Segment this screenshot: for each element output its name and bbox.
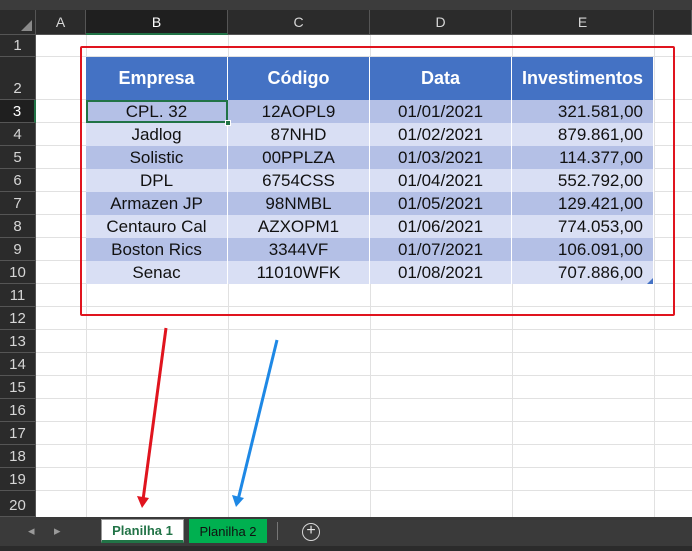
row-header-20[interactable]: 20 [0,491,36,517]
sheet-tab-planilha-2[interactable]: Planilha 2 [189,519,267,543]
grid-line [36,375,692,376]
row-header-13[interactable]: 13 [0,330,36,353]
scroll-right-icon[interactable]: ▸ [54,523,61,539]
grid-line [36,467,692,468]
row-header-15[interactable]: 15 [0,376,36,399]
grid-line [36,352,692,353]
column-header-c[interactable]: C [228,10,370,35]
plus-circle-icon[interactable]: + [302,523,320,541]
row-header-4[interactable]: 4 [0,123,36,146]
select-all-triangle-icon [21,20,32,31]
grid-line [36,329,692,330]
row-header-6[interactable]: 6 [0,169,36,192]
red-arrow [141,327,168,501]
select-all-button[interactable] [0,10,36,35]
row-header-8[interactable]: 8 [0,215,36,238]
row-header-10[interactable]: 10 [0,261,36,284]
row-header-3[interactable]: 3 [0,100,36,123]
grid-line [36,490,692,491]
row-header-16[interactable]: 16 [0,399,36,422]
row-header-19[interactable]: 19 [0,468,36,491]
grid-line [36,398,692,399]
tab-separator [277,522,278,540]
grid-line [36,444,692,445]
sheet-tab-planilha-1[interactable]: Planilha 1 [101,519,184,543]
row-header-17[interactable]: 17 [0,422,36,445]
grid-line [36,421,692,422]
column-header-e[interactable]: E [512,10,654,35]
column-header-f[interactable] [654,10,692,35]
row-header-1[interactable]: 1 [0,35,36,57]
row-header-7[interactable]: 7 [0,192,36,215]
row-header-18[interactable]: 18 [0,445,36,468]
row-header-9[interactable]: 9 [0,238,36,261]
row-header-14[interactable]: 14 [0,353,36,376]
red-arrow-head-icon [137,496,149,508]
row-header-2[interactable]: 2 [0,57,36,100]
top-strip [0,0,692,10]
highlight-box [80,46,675,316]
row-header-5[interactable]: 5 [0,146,36,169]
status-strip [0,546,692,551]
column-header-d[interactable]: D [370,10,512,35]
scroll-left-icon[interactable]: ◂ [28,523,35,539]
row-header-12[interactable]: 12 [0,307,36,330]
blue-arrow-head-icon [232,495,244,507]
row-header-11[interactable]: 11 [0,284,36,307]
column-header-a[interactable]: A [36,10,86,35]
blue-arrow [236,339,279,501]
column-header-b[interactable]: B [86,10,228,35]
